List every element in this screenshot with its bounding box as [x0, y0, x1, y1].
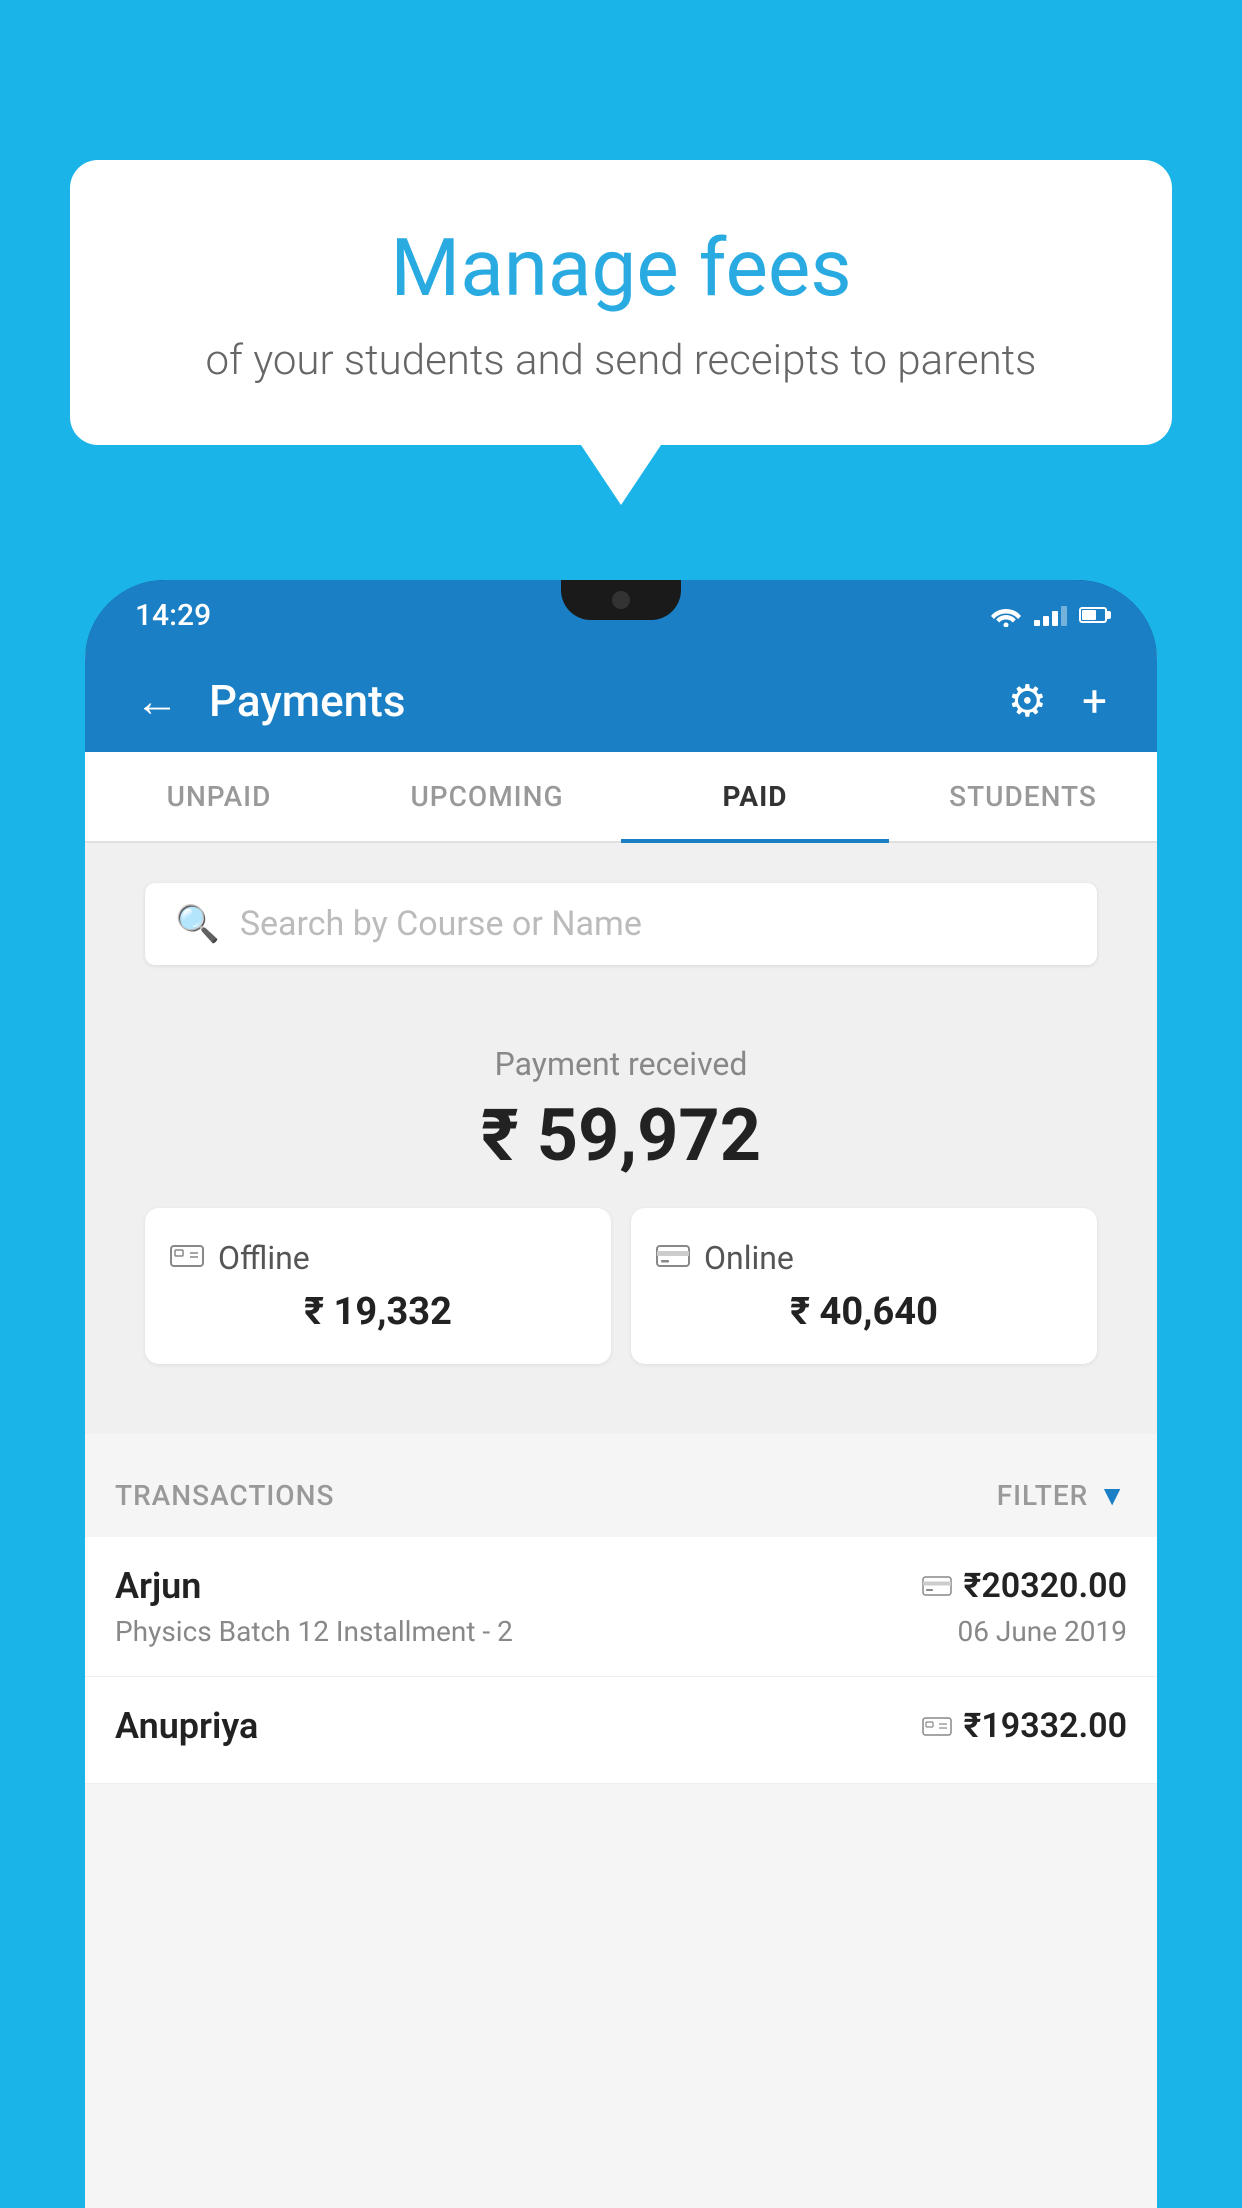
filter-icon: ▼: [1098, 1479, 1127, 1512]
transaction-course-arjun: Physics Batch 12 Installment - 2: [115, 1615, 513, 1648]
camera-dot: [612, 591, 630, 609]
tab-unpaid[interactable]: UNPAID: [85, 752, 353, 841]
transaction-type-icon-arjun: [922, 1575, 952, 1597]
transaction-top-arjun: Arjun ₹20320.00: [115, 1565, 1127, 1607]
transaction-name-anupriya: Anupriya: [115, 1705, 258, 1747]
status-bar: 14:29: [85, 580, 1157, 650]
tab-paid[interactable]: PAID: [621, 752, 889, 841]
status-time: 14:29: [135, 598, 211, 633]
tab-upcoming[interactable]: UPCOMING: [353, 752, 621, 841]
payment-label: Payment received: [115, 1045, 1127, 1083]
transaction-amount-arjun: ₹20320.00: [964, 1566, 1127, 1606]
speech-bubble-container: Manage fees of your students and send re…: [70, 160, 1172, 505]
header-left: ← Payments: [135, 675, 405, 727]
settings-icon[interactable]: ⚙: [1008, 675, 1047, 727]
phone-frame: 14:29 ← Paym: [85, 580, 1157, 2208]
tab-students[interactable]: STUDENTS: [889, 752, 1157, 841]
filter-label: FILTER: [997, 1479, 1089, 1512]
wifi-icon: [990, 603, 1022, 627]
payment-received-section: Payment received ₹ 59,972: [85, 1005, 1157, 1434]
status-icons: [990, 603, 1107, 627]
transaction-row[interactable]: Arjun ₹20320.00 Physics Batch 12 Install…: [85, 1537, 1157, 1677]
cards-row: Offline ₹ 19,332: [115, 1208, 1127, 1394]
speech-bubble-subtitle: of your students and send receipts to pa…: [150, 336, 1092, 385]
back-button[interactable]: ←: [135, 675, 179, 727]
phone-screen: ← Payments ⚙ + UNPAID UPCOMING PAID STUD…: [85, 650, 1157, 2208]
add-icon[interactable]: +: [1082, 675, 1107, 727]
transaction-amount-anupriya: ₹19332.00: [964, 1706, 1127, 1746]
speech-bubble-title: Manage fees: [150, 220, 1092, 316]
offline-label: Offline: [218, 1239, 310, 1277]
offline-card-header: Offline: [170, 1238, 586, 1278]
transaction-bottom-arjun: Physics Batch 12 Installment - 2 06 June…: [115, 1615, 1127, 1648]
transaction-amount-wrap-anupriya: ₹19332.00: [922, 1706, 1127, 1746]
transaction-row-anupriya[interactable]: Anupriya ₹19332.00: [85, 1677, 1157, 1784]
offline-payment-card: Offline ₹ 19,332: [145, 1208, 611, 1364]
battery-icon: [1079, 607, 1107, 623]
tabs-container: UNPAID UPCOMING PAID STUDENTS: [85, 752, 1157, 843]
search-bar[interactable]: 🔍 Search by Course or Name: [145, 883, 1097, 965]
online-payment-card: Online ₹ 40,640: [631, 1208, 1097, 1364]
transaction-top-anupriya: Anupriya ₹19332.00: [115, 1705, 1127, 1747]
search-placeholder: Search by Course or Name: [240, 904, 642, 944]
transaction-type-icon-anupriya: [922, 1714, 952, 1738]
header-title: Payments: [209, 675, 405, 727]
speech-bubble-arrow: [581, 445, 661, 505]
online-icon: [656, 1238, 690, 1278]
transactions-label: TRANSACTIONS: [115, 1479, 334, 1512]
transactions-header: TRANSACTIONS FILTER ▼: [85, 1454, 1157, 1537]
online-card-header: Online: [656, 1238, 1072, 1278]
phone-notch: [561, 580, 681, 620]
offline-amount: ₹ 19,332: [170, 1290, 586, 1334]
online-amount: ₹ 40,640: [656, 1290, 1072, 1334]
online-label: Online: [704, 1239, 794, 1277]
app-header: ← Payments ⚙ +: [85, 650, 1157, 752]
search-icon: 🔍: [175, 903, 220, 945]
transaction-amount-wrap-arjun: ₹20320.00: [922, 1566, 1127, 1606]
offline-icon: [170, 1238, 204, 1278]
speech-bubble: Manage fees of your students and send re…: [70, 160, 1172, 445]
transaction-date-arjun: 06 June 2019: [957, 1615, 1127, 1648]
signal-bars: [1034, 604, 1067, 626]
payment-amount: ₹ 59,972: [115, 1093, 1127, 1178]
filter-button[interactable]: FILTER ▼: [997, 1479, 1127, 1512]
header-right: ⚙ +: [1008, 675, 1107, 727]
transaction-name-arjun: Arjun: [115, 1565, 201, 1607]
